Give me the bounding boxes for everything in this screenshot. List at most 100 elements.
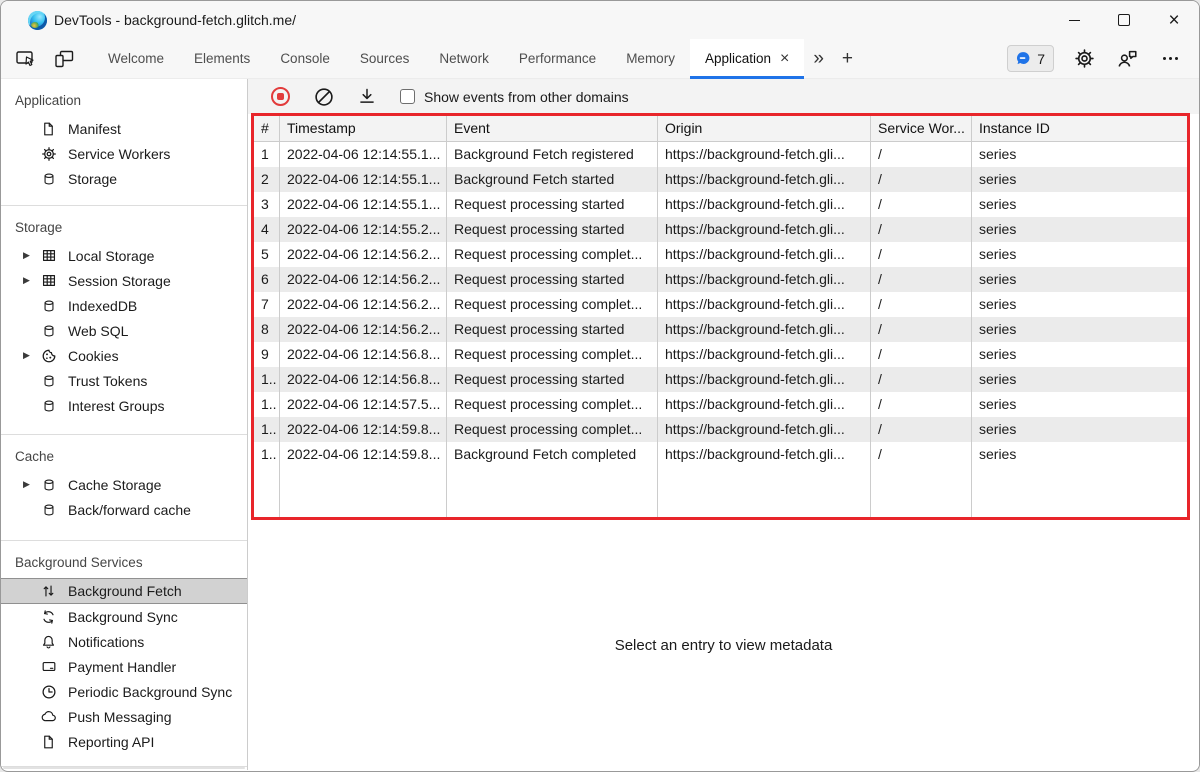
- chevron-double-right-icon: »: [813, 48, 824, 70]
- sidebar-item-web-sql[interactable]: Web SQL: [1, 318, 247, 343]
- clear-button[interactable]: [314, 87, 334, 107]
- inspect-element-button[interactable]: [13, 45, 39, 73]
- cell-: 1: [254, 142, 280, 167]
- cell-event: Request processing started: [447, 217, 658, 242]
- sidebar-item-back-forward-cache[interactable]: Back/forward cache: [1, 497, 247, 522]
- maximize-button[interactable]: [1099, 1, 1149, 39]
- device-toolbar-button[interactable]: [51, 45, 77, 73]
- sidebar-item-background-sync[interactable]: Background Sync: [1, 604, 247, 629]
- add-tab-button[interactable]: +: [833, 39, 862, 79]
- cell-service-wor: /: [871, 142, 972, 167]
- events-table-body: 12022-04-06 12:14:55.1...Background Fetc…: [254, 142, 1187, 517]
- feedback-button[interactable]: [1114, 45, 1140, 73]
- table-row[interactable]: 52022-04-06 12:14:56.2...Request process…: [254, 242, 1187, 267]
- tab-performance[interactable]: Performance: [504, 39, 611, 79]
- table-row[interactable]: 1..2022-04-06 12:14:56.8...Request proce…: [254, 367, 1187, 392]
- tab-memory[interactable]: Memory: [611, 39, 690, 79]
- table-row[interactable]: 12022-04-06 12:14:55.1...Background Fetc…: [254, 142, 1187, 167]
- sidebar-item-label: Trust Tokens: [68, 373, 147, 389]
- sidebar-item-reporting-api[interactable]: Reporting API: [1, 729, 247, 754]
- more-tabs-button[interactable]: »: [804, 39, 833, 79]
- sidebar-item-label: Cookies: [68, 348, 119, 364]
- cell-instance-id: series: [972, 167, 1187, 192]
- table-row[interactable]: 42022-04-06 12:14:55.2...Request process…: [254, 217, 1187, 242]
- table-row[interactable]: 92022-04-06 12:14:56.8...Request process…: [254, 342, 1187, 367]
- settings-button[interactable]: [1071, 45, 1097, 73]
- tab-network[interactable]: Network: [424, 39, 504, 79]
- sidebar-item-local-storage[interactable]: ▶Local Storage: [1, 243, 247, 268]
- cell-origin: https://background-fetch.gli...: [658, 142, 871, 167]
- sidebar-item-label: IndexedDB: [68, 298, 137, 314]
- more-options-button[interactable]: [1157, 45, 1183, 73]
- table-row[interactable]: 32022-04-06 12:14:55.1...Request process…: [254, 192, 1187, 217]
- cell-: 3: [254, 192, 280, 217]
- download-button[interactable]: [358, 87, 376, 106]
- sidebar-section-cache: Cache▶Cache StorageBack/forward cache: [1, 435, 247, 541]
- sidebar-scrollbar[interactable]: [3, 767, 245, 769]
- sidebar-item-label: Service Workers: [68, 146, 170, 162]
- close-button[interactable]: ×: [1149, 1, 1199, 39]
- clock-icon: [40, 683, 57, 700]
- cloud-icon: [40, 708, 57, 725]
- column-header-event[interactable]: Event: [447, 116, 658, 141]
- tab-sources[interactable]: Sources: [345, 39, 425, 79]
- sidebar-item-storage[interactable]: Storage: [1, 166, 247, 191]
- table-row[interactable]: 82022-04-06 12:14:56.2...Request process…: [254, 317, 1187, 342]
- empty-cell: [972, 467, 1187, 517]
- bell-icon: [40, 633, 57, 650]
- sidebar-section-storage: Storage▶Local Storage▶Session StorageInd…: [1, 206, 247, 435]
- expand-arrow-icon[interactable]: ▶: [23, 350, 40, 361]
- cell-service-wor: /: [871, 242, 972, 267]
- table-row[interactable]: 1..2022-04-06 12:14:59.8...Background Fe…: [254, 442, 1187, 467]
- table-row[interactable]: 62022-04-06 12:14:56.2...Request process…: [254, 267, 1187, 292]
- table-row[interactable]: 72022-04-06 12:14:56.2...Request process…: [254, 292, 1187, 317]
- minimize-button[interactable]: [1049, 1, 1099, 39]
- table-row[interactable]: 1..2022-04-06 12:14:59.8...Request proce…: [254, 417, 1187, 442]
- payment-card-icon: [40, 658, 57, 675]
- cell-instance-id: series: [972, 242, 1187, 267]
- sidebar-item-notifications[interactable]: Notifications: [1, 629, 247, 654]
- sidebar-item-indexeddb[interactable]: IndexedDB: [1, 293, 247, 318]
- close-tab-icon[interactable]: ×: [780, 52, 789, 66]
- sidebar-item-manifest[interactable]: Manifest: [1, 116, 247, 141]
- cell-instance-id: series: [972, 392, 1187, 417]
- sidebar-item-cookies[interactable]: ▶ Cookies: [1, 343, 247, 368]
- column-header-service-wor[interactable]: Service Wor...: [871, 116, 972, 141]
- issues-counter-button[interactable]: 7: [1007, 45, 1054, 72]
- database-icon: [40, 372, 57, 389]
- column-header-instance-id[interactable]: Instance ID: [972, 116, 1187, 141]
- tab-console[interactable]: Console: [265, 39, 345, 79]
- table-row[interactable]: 22022-04-06 12:14:55.1...Background Fetc…: [254, 167, 1187, 192]
- tab-label: Sources: [360, 51, 410, 66]
- sidebar-item-session-storage[interactable]: ▶Session Storage: [1, 268, 247, 293]
- cell-: 1..: [254, 417, 280, 442]
- sidebar-item-push-messaging[interactable]: Push Messaging: [1, 704, 247, 729]
- sidebar-item-periodic-background-sync[interactable]: Periodic Background Sync: [1, 679, 247, 704]
- expand-arrow-icon[interactable]: ▶: [23, 275, 40, 286]
- events-table-header: #TimestampEventOriginService Wor...Insta…: [254, 116, 1187, 142]
- record-button[interactable]: [271, 87, 290, 106]
- sidebar-item-service-workers[interactable]: Service Workers: [1, 141, 247, 166]
- cell-origin: https://background-fetch.gli...: [658, 292, 871, 317]
- table-row[interactable]: 1..2022-04-06 12:14:57.5...Request proce…: [254, 392, 1187, 417]
- cell-timestamp: 2022-04-06 12:14:55.1...: [280, 167, 447, 192]
- show-events-option: Show events from other domains: [400, 89, 629, 105]
- show-events-checkbox[interactable]: [400, 89, 415, 104]
- issues-bubble-icon: [1016, 51, 1031, 66]
- sidebar-item-payment-handler[interactable]: Payment Handler: [1, 654, 247, 679]
- sidebar-item-cache-storage[interactable]: ▶Cache Storage: [1, 472, 247, 497]
- sidebar-item-trust-tokens[interactable]: Trust Tokens: [1, 368, 247, 393]
- expand-arrow-icon[interactable]: ▶: [23, 250, 40, 261]
- tab-welcome[interactable]: Welcome: [93, 39, 179, 79]
- column-header-timestamp[interactable]: Timestamp: [280, 116, 447, 141]
- expand-arrow-icon[interactable]: ▶: [23, 479, 40, 490]
- tab-application[interactable]: Application×: [690, 39, 804, 79]
- column-header-origin[interactable]: Origin: [658, 116, 871, 141]
- database-icon: [40, 501, 57, 518]
- column-header-[interactable]: #: [254, 116, 280, 141]
- sidebar-item-background-fetch[interactable]: Background Fetch: [1, 578, 247, 604]
- tab-strip: WelcomeElementsConsole Sources NetworkPerf…: [93, 39, 804, 79]
- sidebar-item-label: Periodic Background Sync: [68, 684, 232, 700]
- tab-elements[interactable]: Elements: [179, 39, 265, 79]
- sidebar-item-interest-groups[interactable]: Interest Groups: [1, 393, 247, 418]
